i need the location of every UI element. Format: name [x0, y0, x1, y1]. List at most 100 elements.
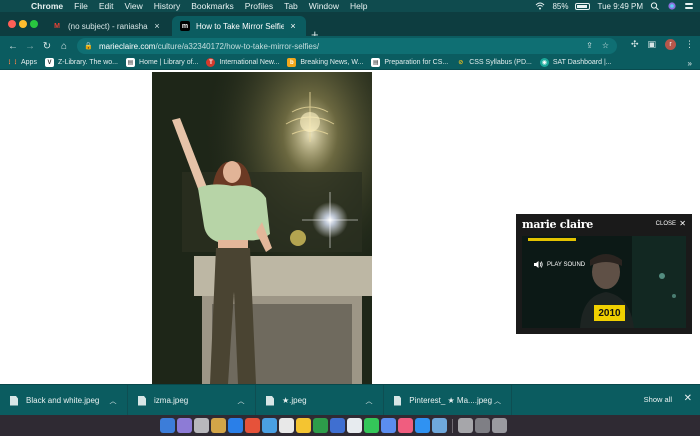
window-zoom-button[interactable] [30, 20, 38, 28]
bookmark-apps[interactable]: ⋮⋮ Apps [6, 58, 37, 67]
file-icon [394, 395, 402, 406]
menu-help[interactable]: Help [350, 1, 367, 11]
bookmark-label: CSS Syllabus (PD... [469, 59, 532, 66]
apps-grid-icon: ⋮⋮ [6, 60, 19, 66]
dock-app-icon[interactable] [330, 418, 345, 433]
dock-app-icon[interactable] [458, 418, 473, 433]
video-ad-player[interactable]: marie claire CLOSE ✕ PLAY SOUND 2010 [516, 214, 692, 334]
video-frame[interactable]: PLAY SOUND 2010 [522, 236, 686, 328]
toolbar-actions: ✣ ▣ r ⋮ [631, 39, 694, 50]
menu-tab[interactable]: Tab [284, 1, 298, 11]
bookmark-css-syllabus[interactable]: ⊘ CSS Syllabus (PD... [456, 58, 532, 67]
lock-icon[interactable]: 🔒 [84, 42, 93, 50]
address-bar[interactable]: 🔒 marieclaire.com /culture/a32340172/how… [77, 38, 617, 54]
close-icon[interactable]: ✕ [684, 393, 692, 404]
clock[interactable]: Tue 9:49 PM [597, 2, 643, 11]
profile-avatar[interactable]: r [665, 39, 676, 50]
tab-close-icon[interactable]: × [288, 21, 298, 31]
download-item[interactable]: Pinterest_ ★ Ma....jpeg ︿ [384, 385, 512, 416]
window-close-button[interactable] [8, 20, 16, 28]
downloads-bar: Black and white.jpeg ︿ izma.jpeg ︿ ★.jpe… [0, 384, 700, 416]
bookmarks-overflow-icon[interactable]: » [688, 59, 692, 68]
search-icon[interactable] [650, 2, 660, 10]
download-item[interactable]: Black and white.jpeg ︿ [0, 385, 128, 416]
dock-app-icon[interactable] [432, 418, 447, 433]
bookmark-sat-dashboard[interactable]: ◉ SAT Dashboard |... [539, 58, 612, 67]
chevron-up-icon[interactable]: ︿ [492, 396, 503, 406]
video-close-label[interactable]: CLOSE [656, 221, 676, 227]
macos-dock-area [0, 415, 700, 436]
dock-app-icon[interactable] [347, 418, 362, 433]
chevron-up-icon[interactable]: ︿ [235, 396, 247, 406]
close-icon[interactable]: ✕ [679, 219, 686, 228]
download-item[interactable]: izma.jpeg ︿ [128, 385, 256, 416]
wifi-icon[interactable] [535, 2, 545, 10]
dock-app-icon[interactable] [211, 418, 226, 433]
window-minimize-button[interactable] [19, 20, 27, 28]
dock-app-icon[interactable] [245, 418, 260, 433]
macos-dock [160, 416, 507, 435]
menu-kebab-icon[interactable]: ⋮ [685, 39, 694, 50]
control-center-icon[interactable] [684, 2, 694, 10]
menu-profiles[interactable]: Profiles [245, 1, 273, 11]
marie-claire-icon: m [180, 21, 190, 31]
menu-view[interactable]: View [124, 1, 142, 11]
page-content: marie claire CLOSE ✕ PLAY SOUND 2010 [0, 70, 700, 384]
menu-file[interactable]: File [74, 1, 88, 11]
dock-app-icon[interactable] [381, 418, 396, 433]
share-icon[interactable]: ⇪ [586, 41, 593, 50]
dock-app-icon[interactable] [160, 418, 175, 433]
menu-history[interactable]: History [154, 1, 180, 11]
tab-gmail[interactable]: M (no subject) - raniashahid09@ × [44, 16, 170, 36]
side-panel-icon[interactable]: ▣ [647, 39, 656, 50]
page-icon: ▤ [126, 58, 136, 67]
chevron-up-icon[interactable]: ︿ [107, 396, 119, 406]
reload-icon[interactable]: ↻ [40, 39, 54, 53]
dock-app-icon[interactable] [415, 418, 430, 433]
menu-app-chrome[interactable]: Chrome [31, 1, 63, 11]
dock-app-icon[interactable] [177, 418, 192, 433]
back-icon[interactable]: ← [6, 39, 20, 53]
menu-edit[interactable]: Edit [99, 1, 114, 11]
extensions-icon[interactable]: ✣ [631, 39, 639, 50]
battery-icon[interactable] [575, 2, 591, 10]
dock-app-icon[interactable] [364, 418, 379, 433]
download-item[interactable]: ★.jpeg ︿ [256, 385, 384, 416]
bookmark-breaking-news[interactable]: b Breaking News, W... [287, 58, 363, 67]
forward-icon[interactable]: → [23, 39, 37, 53]
bookmark-library[interactable]: ▤ Home | Library of... [126, 58, 198, 67]
dock-app-icon[interactable] [313, 418, 328, 433]
dock-app-icon[interactable] [492, 418, 507, 433]
dock-app-icon[interactable] [475, 418, 490, 433]
dock-app-icon[interactable] [262, 418, 277, 433]
bookmark-label: Home | Library of... [139, 59, 199, 66]
bookmarks-bar: ⋮⋮ Apps V Z-Library. The wo... ▤ Home | … [0, 56, 700, 70]
play-sound-button[interactable]: PLAY SOUND [534, 261, 585, 268]
dock-app-icon[interactable] [296, 418, 311, 433]
siri-icon[interactable] [667, 2, 677, 10]
menu-window[interactable]: Window [309, 1, 339, 11]
menubar-status-area: 85% Tue 9:49 PM [535, 0, 694, 12]
page-icon: ▤ [371, 58, 381, 67]
tab-title: How to Take Mirror Selfies | Ti [196, 21, 284, 31]
dock-app-icon[interactable] [194, 418, 209, 433]
bookmark-label: Apps [21, 59, 37, 66]
dock-separator [452, 418, 453, 433]
bookmark-zlibrary[interactable]: V Z-Library. The wo... [44, 58, 118, 67]
home-icon[interactable]: ⌂ [57, 39, 71, 53]
dock-app-icon[interactable] [398, 418, 413, 433]
chevron-up-icon[interactable]: ︿ [363, 396, 375, 406]
show-all-downloads-link[interactable]: Show all [644, 395, 672, 404]
bookmark-label: SAT Dashboard |... [552, 59, 612, 66]
dock-app-icon[interactable] [228, 418, 243, 433]
dock-app-icon[interactable] [279, 418, 294, 433]
bookmark-preparation[interactable]: ▤ Preparation for CS... [371, 58, 448, 67]
tab-close-icon[interactable]: × [152, 21, 162, 31]
gmail-icon: M [54, 22, 60, 30]
bookmark-star-icon[interactable]: ☆ [602, 41, 609, 50]
news-icon: T [206, 58, 216, 67]
browser-toolbar: ← → ↻ ⌂ 🔒 marieclaire.com /culture/a3234… [0, 36, 700, 56]
menu-bookmarks[interactable]: Bookmarks [191, 1, 234, 11]
tab-marie-claire[interactable]: m How to Take Mirror Selfies | Ti × [172, 16, 306, 36]
bookmark-international[interactable]: T International New... [206, 58, 279, 67]
